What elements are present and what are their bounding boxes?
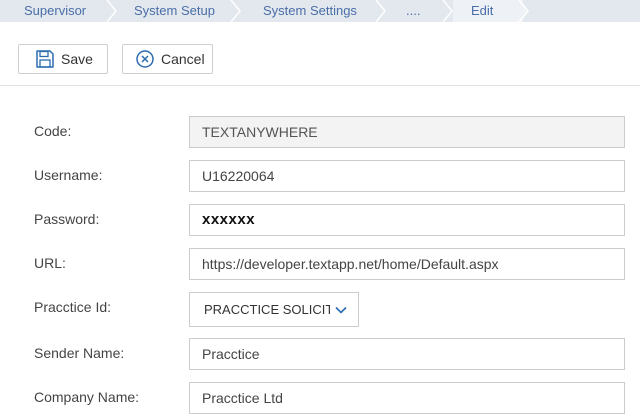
breadcrumb-item-ellipsis[interactable]: .... xyxy=(386,0,453,22)
breadcrumb-label: Edit xyxy=(471,3,494,18)
save-label: Save xyxy=(61,51,93,67)
code-label: Code: xyxy=(34,123,72,139)
breadcrumb-item-supervisor[interactable]: Supervisor xyxy=(0,0,117,22)
form-row-company-name: Company Name: Pracctice Ltd xyxy=(0,382,640,414)
breadcrumb-label: .... xyxy=(406,3,421,18)
settings-form: Code: TEXTANYWHERE Username: U16220064 P… xyxy=(0,86,640,420)
breadcrumb-separator-icon xyxy=(518,0,529,22)
cancel-icon xyxy=(136,50,154,68)
pracctice-id-value: PRACCTICE SOLICITO xyxy=(204,302,344,317)
save-icon xyxy=(36,50,54,68)
username-label: Username: xyxy=(34,167,103,183)
form-row-password: Password: xxxxxx xyxy=(0,204,640,236)
code-field: TEXTANYWHERE xyxy=(189,116,625,148)
cancel-button[interactable]: Cancel xyxy=(122,44,213,74)
breadcrumb-item-system-setup[interactable]: System Setup xyxy=(117,0,241,22)
sender-name-field[interactable]: Pracctice xyxy=(189,338,625,370)
form-row-url: URL: https://developer.textapp.net/home/… xyxy=(0,248,640,280)
pracctice-id-label: Pracctice Id: xyxy=(34,299,112,315)
breadcrumb-item-edit: Edit xyxy=(453,0,529,22)
password-field[interactable]: xxxxxx xyxy=(189,204,625,236)
chevron-down-icon[interactable] xyxy=(330,293,352,326)
url-label: URL: xyxy=(34,255,66,271)
breadcrumb-item-system-settings[interactable]: System Settings xyxy=(241,0,386,22)
toolbar: Save Cancel xyxy=(0,22,640,86)
cancel-label: Cancel xyxy=(161,51,205,67)
save-button[interactable]: Save xyxy=(18,44,108,74)
url-field[interactable]: https://developer.textapp.net/home/Defau… xyxy=(189,248,625,280)
password-label: Password: xyxy=(34,211,100,227)
company-name-field[interactable]: Pracctice Ltd xyxy=(189,382,625,414)
form-row-sender-name: Sender Name: Pracctice xyxy=(0,338,640,370)
breadcrumb: Supervisor System Setup System Settings … xyxy=(0,0,640,22)
sender-name-label: Sender Name: xyxy=(34,345,125,361)
form-row-pracctice-id: Pracctice Id: PRACCTICE SOLICITO xyxy=(0,292,640,327)
form-row-username: Username: U16220064 xyxy=(0,160,640,192)
username-field[interactable]: U16220064 xyxy=(189,160,625,192)
form-row-code: Code: TEXTANYWHERE xyxy=(0,116,640,148)
breadcrumb-label: System Setup xyxy=(134,3,215,18)
breadcrumb-label: System Settings xyxy=(263,3,357,18)
breadcrumb-label: Supervisor xyxy=(24,3,87,18)
pracctice-id-select[interactable]: PRACCTICE SOLICITO xyxy=(189,292,359,327)
company-name-label: Company Name: xyxy=(34,389,140,405)
